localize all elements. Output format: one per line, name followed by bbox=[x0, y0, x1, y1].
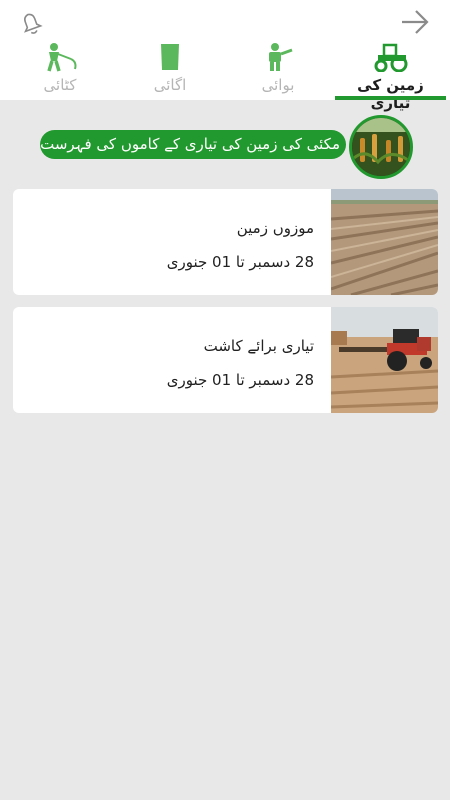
tab-harvesting[interactable]: کٹائی bbox=[30, 42, 90, 100]
tab-land-preparation[interactable]: زمین کی تیاری bbox=[335, 42, 446, 112]
task-title: تیاری برائے کاشت bbox=[203, 337, 314, 355]
task-date-range: 28 دسمبر تا 01 جنوری bbox=[166, 371, 314, 389]
task-card-suitable-land[interactable]: موزوں زمین 28 دسمبر تا 01 جنوری bbox=[13, 189, 438, 295]
top-bar: زمین کی تیاری بوائی اگائی کٹائی bbox=[0, 0, 450, 112]
farmer-harvest-icon bbox=[47, 43, 77, 72]
task-title: موزوں زمین bbox=[236, 219, 314, 237]
task-card-cultivation-prep[interactable]: تیاری برائے کاشت 28 دسمبر تا 01 جنوری bbox=[13, 307, 438, 413]
task-date-range: 28 دسمبر تا 01 جنوری bbox=[166, 253, 314, 271]
seed-bag-icon bbox=[161, 44, 179, 70]
tab-label: کٹائی bbox=[43, 76, 77, 94]
tab-growing[interactable]: اگائی bbox=[140, 42, 200, 100]
forward-arrow-icon[interactable] bbox=[400, 9, 430, 35]
plowed-field-image bbox=[331, 189, 438, 295]
tab-sowing[interactable]: بوائی bbox=[246, 42, 310, 100]
tab-label: اگائی bbox=[153, 76, 187, 94]
task-list-banner: مکئی کی زمین کی تیاری کے کاموں کی فہرست bbox=[40, 130, 346, 159]
tab-label: بوائی bbox=[261, 76, 295, 94]
farmer-sowing-icon bbox=[269, 43, 293, 71]
active-tab-indicator bbox=[335, 96, 446, 100]
corn-crop-image bbox=[349, 115, 413, 179]
tab-label: زمین کی تیاری bbox=[357, 76, 424, 112]
tractor-field-image bbox=[331, 307, 438, 413]
tractor-icon bbox=[374, 43, 407, 72]
bell-icon[interactable] bbox=[18, 10, 44, 36]
